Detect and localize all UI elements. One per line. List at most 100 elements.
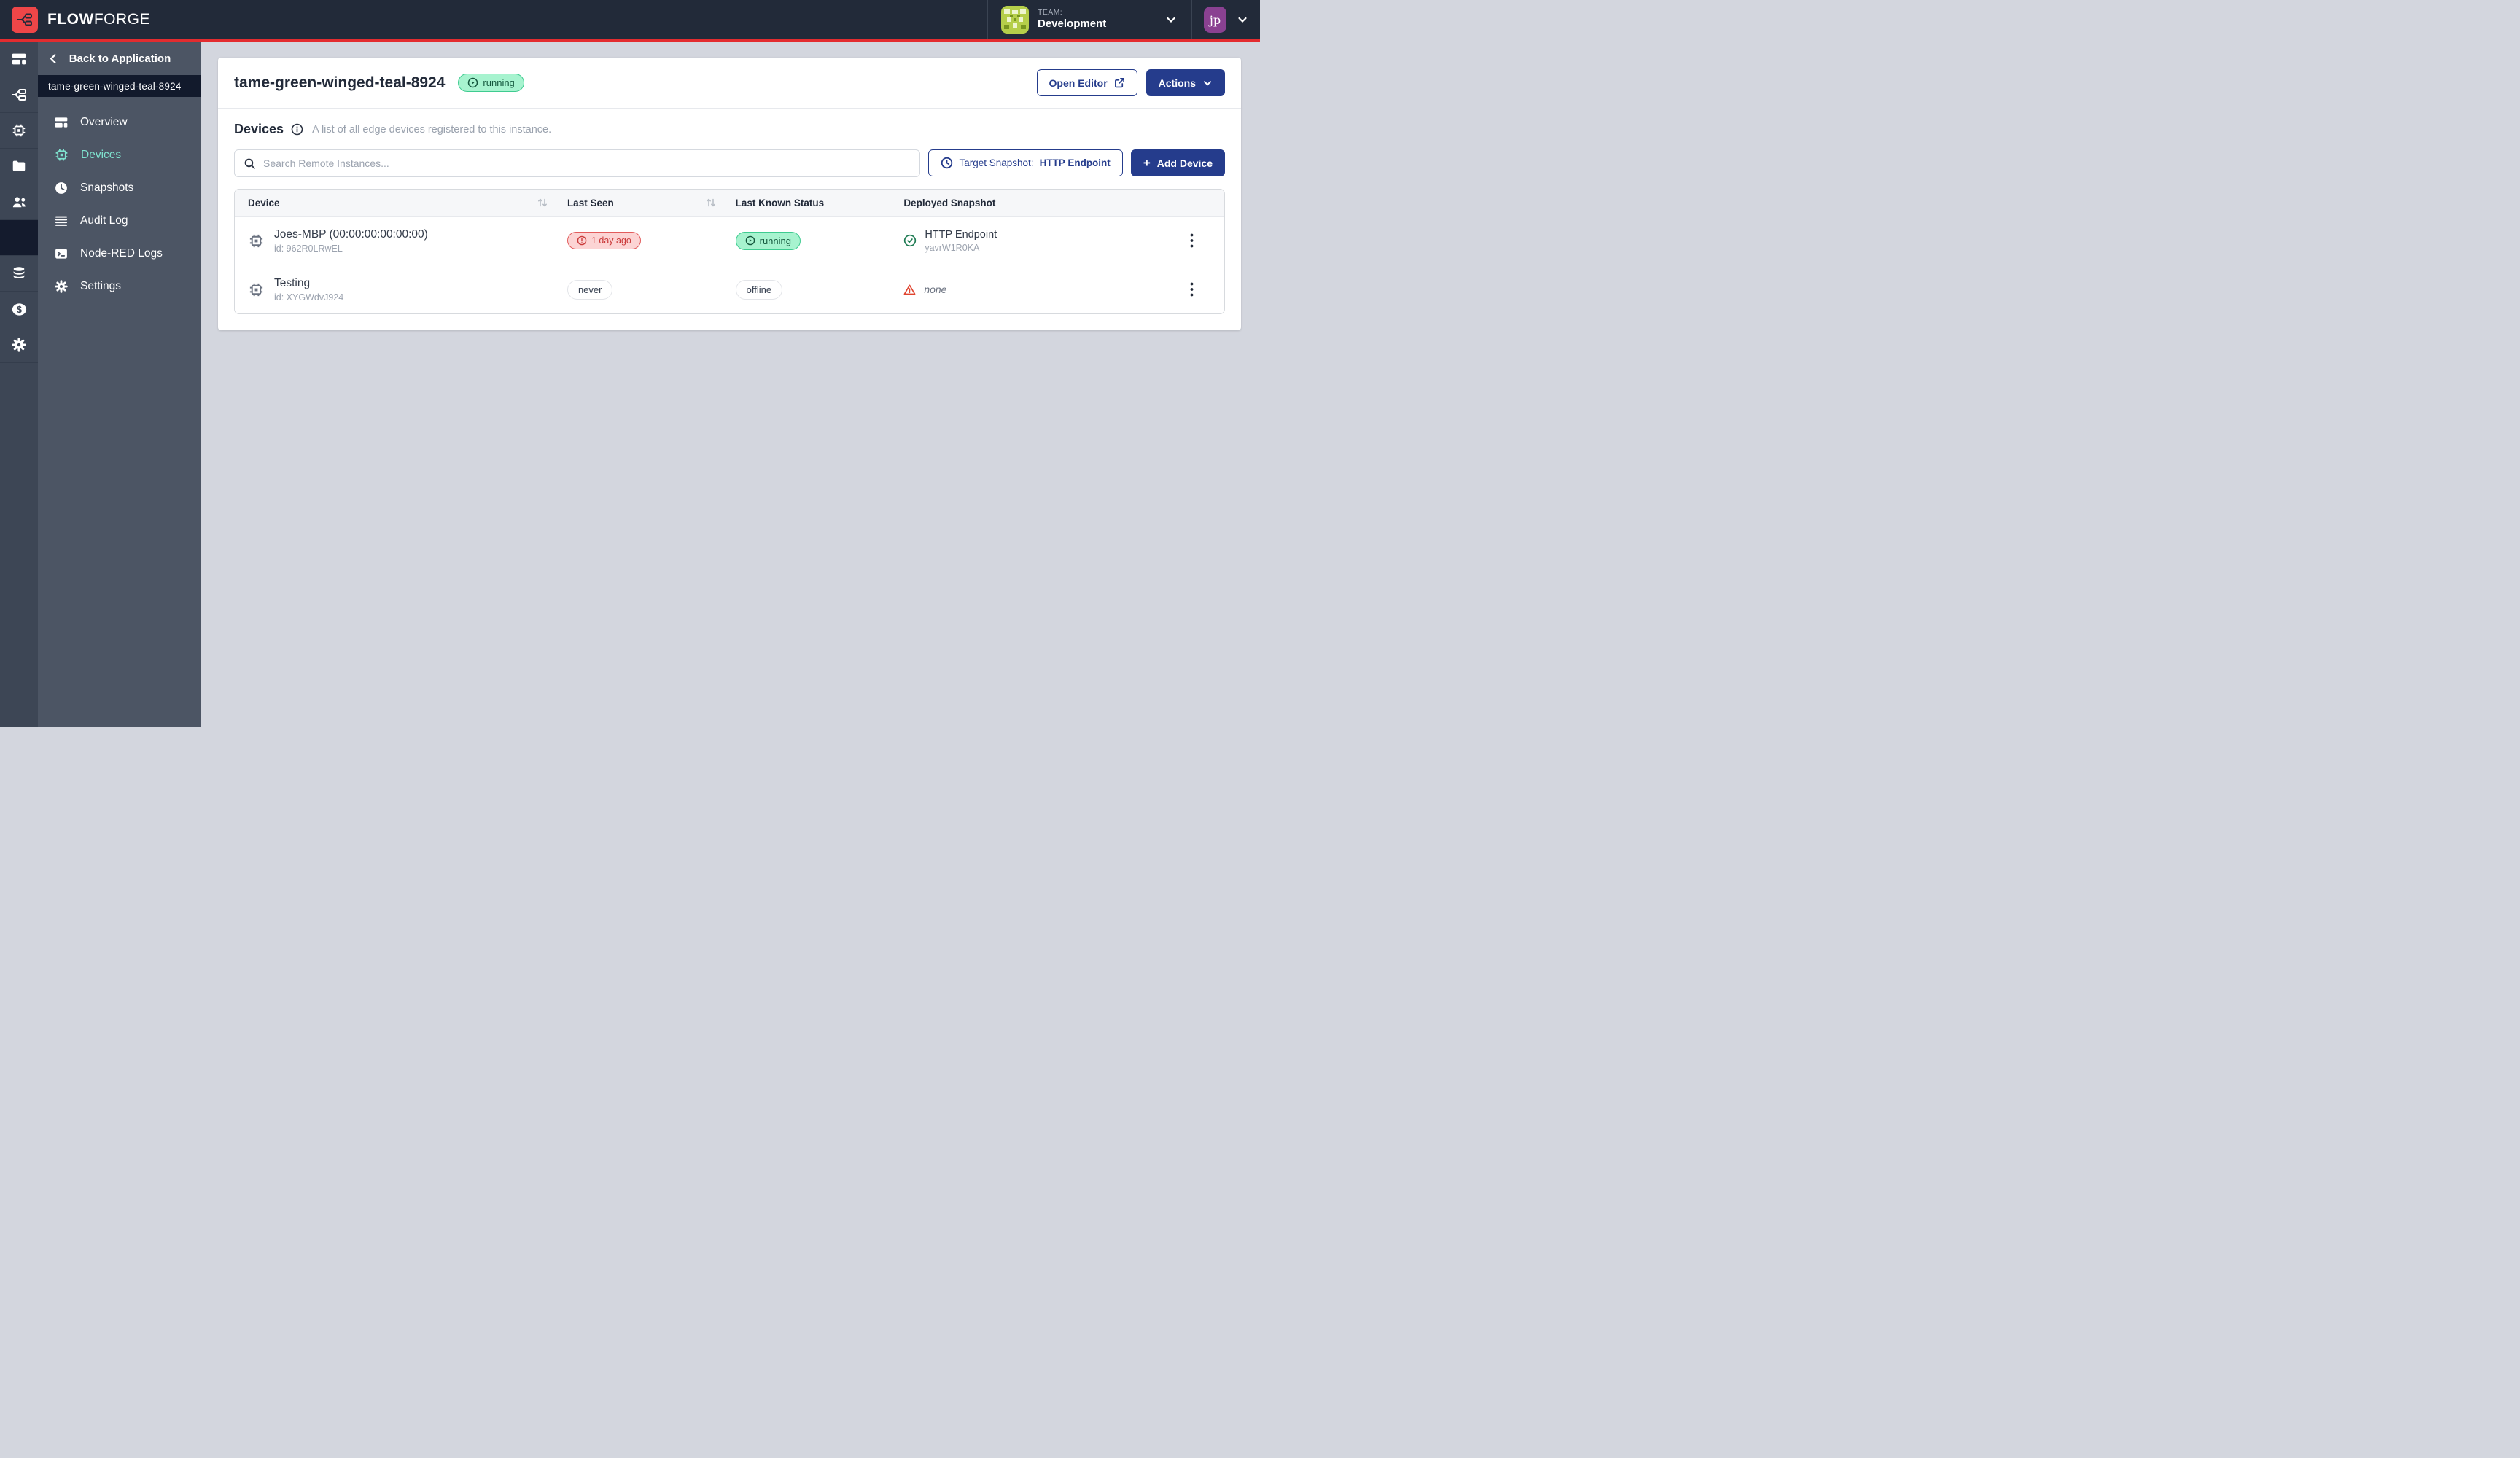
user-avatar: jp bbox=[1204, 7, 1226, 33]
rail-item-broker[interactable] bbox=[0, 256, 38, 292]
devices-section-description: A list of all edge devices registered to… bbox=[312, 124, 551, 136]
column-header-last-seen[interactable]: Last Seen bbox=[567, 198, 736, 208]
chip-icon bbox=[248, 281, 265, 298]
chevron-down-icon bbox=[1202, 78, 1213, 88]
chevron-down-icon bbox=[1237, 14, 1248, 26]
sidebar-item-audit-log[interactable]: Audit Log bbox=[38, 204, 201, 237]
status-badge: offline bbox=[736, 280, 782, 300]
pipelines-icon bbox=[10, 86, 28, 104]
instance-name-banner: tame-green-winged-teal-8924 bbox=[38, 75, 201, 97]
brand[interactable]: FLOWFORGE bbox=[0, 7, 150, 33]
overview-icon bbox=[54, 115, 69, 130]
play-circle-icon bbox=[467, 77, 478, 88]
dollar-icon: $ bbox=[11, 301, 28, 318]
instance-card: tame-green-winged-teal-8924 running Open… bbox=[218, 58, 1241, 330]
rail-item-pipelines[interactable] bbox=[0, 77, 38, 113]
rail-item-devices[interactable] bbox=[0, 113, 38, 149]
instance-header: tame-green-winged-teal-8924 running Open… bbox=[218, 58, 1241, 109]
sort-icon[interactable] bbox=[537, 198, 548, 208]
table-row-device-0[interactable]: Joes-MBP (00:00:00:00:00:00) id: 962R0LR… bbox=[235, 216, 1224, 265]
gear-icon bbox=[54, 279, 69, 294]
top-navbar: FLOWFORGE bbox=[0, 0, 1260, 42]
sidebar-item-snapshots[interactable]: Snapshots bbox=[38, 171, 201, 204]
main-content: tame-green-winged-teal-8924 running Open… bbox=[201, 42, 1260, 727]
target-snapshot-value: HTTP Endpoint bbox=[1040, 157, 1111, 168]
devices-section-title: Devices bbox=[234, 122, 284, 137]
rail-item-team-members[interactable] bbox=[0, 184, 38, 220]
rail-item-applications[interactable] bbox=[0, 42, 38, 77]
devices-table-header: Device Last Seen Last Known Status Deplo… bbox=[235, 190, 1224, 216]
column-header-snapshot: Deployed Snapshot bbox=[903, 198, 1159, 208]
search-box bbox=[234, 149, 920, 177]
chevron-left-icon bbox=[48, 53, 59, 64]
rail-item-billing[interactable]: $ bbox=[0, 292, 38, 327]
snapshot-name: HTTP Endpoint bbox=[925, 229, 997, 241]
check-circle-icon bbox=[903, 234, 917, 247]
device-id: id: 962R0LRwEL bbox=[274, 243, 428, 254]
row-menu-button[interactable] bbox=[1186, 278, 1198, 301]
open-editor-button[interactable]: Open Editor bbox=[1037, 69, 1138, 96]
search-icon bbox=[244, 157, 256, 170]
flowforge-logo-icon bbox=[12, 7, 38, 33]
chevron-down-icon bbox=[1165, 14, 1177, 26]
warning-triangle-icon bbox=[903, 284, 916, 296]
folder-icon bbox=[11, 158, 27, 174]
list-icon bbox=[54, 214, 69, 228]
column-header-status: Last Known Status bbox=[736, 198, 904, 208]
play-circle-icon bbox=[745, 235, 755, 246]
kebab-icon bbox=[1190, 233, 1194, 248]
last-seen-badge: 1 day ago bbox=[567, 232, 641, 249]
applications-icon bbox=[11, 51, 27, 67]
device-name: Testing bbox=[274, 277, 343, 290]
sidebar-item-overview[interactable]: Overview bbox=[38, 106, 201, 139]
device-name: Joes-MBP (00:00:00:00:00:00) bbox=[274, 228, 428, 241]
terminal-icon bbox=[54, 246, 69, 261]
kebab-icon bbox=[1190, 282, 1194, 297]
user-menu[interactable]: jp bbox=[1191, 0, 1260, 39]
team-caption: TEAM: bbox=[1038, 8, 1106, 17]
alert-circle-icon bbox=[577, 235, 587, 246]
sidebar-item-devices[interactable]: Devices bbox=[38, 139, 201, 171]
search-input[interactable] bbox=[263, 157, 911, 169]
sidebar-item-settings[interactable]: Settings bbox=[38, 270, 201, 303]
instance-status-badge: running bbox=[458, 74, 524, 92]
row-menu-button[interactable] bbox=[1186, 229, 1198, 252]
sort-icon[interactable] bbox=[705, 198, 717, 208]
chip-icon bbox=[248, 233, 265, 249]
info-icon[interactable] bbox=[291, 123, 303, 136]
clock-icon bbox=[54, 181, 69, 195]
add-device-button[interactable]: + Add Device bbox=[1131, 149, 1225, 176]
main-nav-rail: $ bbox=[0, 42, 38, 727]
svg-text:$: $ bbox=[17, 304, 22, 314]
back-to-application[interactable]: Back to Application bbox=[38, 42, 201, 75]
rail-item-admin-settings[interactable] bbox=[0, 327, 38, 363]
page-title: tame-green-winged-teal-8924 bbox=[234, 74, 445, 92]
users-icon bbox=[11, 194, 28, 211]
chip-icon bbox=[11, 122, 27, 139]
snapshot-id: yavrW1R0KA bbox=[925, 243, 997, 253]
team-name: Development bbox=[1038, 17, 1106, 31]
table-row-device-1[interactable]: Testing id: XYGWdvJ924 never offline bbox=[235, 265, 1224, 313]
brand-wordmark: FLOWFORGE bbox=[47, 11, 150, 28]
external-link-icon bbox=[1114, 77, 1125, 88]
column-header-device[interactable]: Device bbox=[235, 198, 567, 208]
rail-item-library[interactable] bbox=[0, 149, 38, 184]
last-seen-badge: never bbox=[567, 280, 613, 300]
instance-sidebar: Back to Application tame-green-winged-te… bbox=[38, 42, 201, 727]
gear-icon bbox=[11, 337, 27, 353]
team-avatar bbox=[1001, 6, 1029, 34]
target-snapshot-button[interactable]: Target Snapshot: HTTP Endpoint bbox=[928, 149, 1122, 176]
status-badge: running bbox=[736, 232, 801, 250]
back-label: Back to Application bbox=[59, 52, 181, 65]
actions-button[interactable]: Actions bbox=[1146, 69, 1225, 96]
devices-table: Device Last Seen Last Known Status Deplo… bbox=[234, 189, 1225, 314]
device-id: id: XYGWdvJ924 bbox=[274, 292, 343, 303]
team-selector[interactable]: TEAM: Development bbox=[987, 0, 1191, 39]
chip-icon bbox=[54, 147, 69, 163]
database-icon bbox=[11, 265, 27, 281]
rail-item-active-indicator bbox=[0, 220, 38, 256]
snapshot-name: none bbox=[924, 284, 946, 295]
clock-icon bbox=[941, 157, 953, 169]
sidebar-item-node-red-logs[interactable]: Node-RED Logs bbox=[38, 237, 201, 270]
plus-icon: + bbox=[1143, 157, 1151, 169]
